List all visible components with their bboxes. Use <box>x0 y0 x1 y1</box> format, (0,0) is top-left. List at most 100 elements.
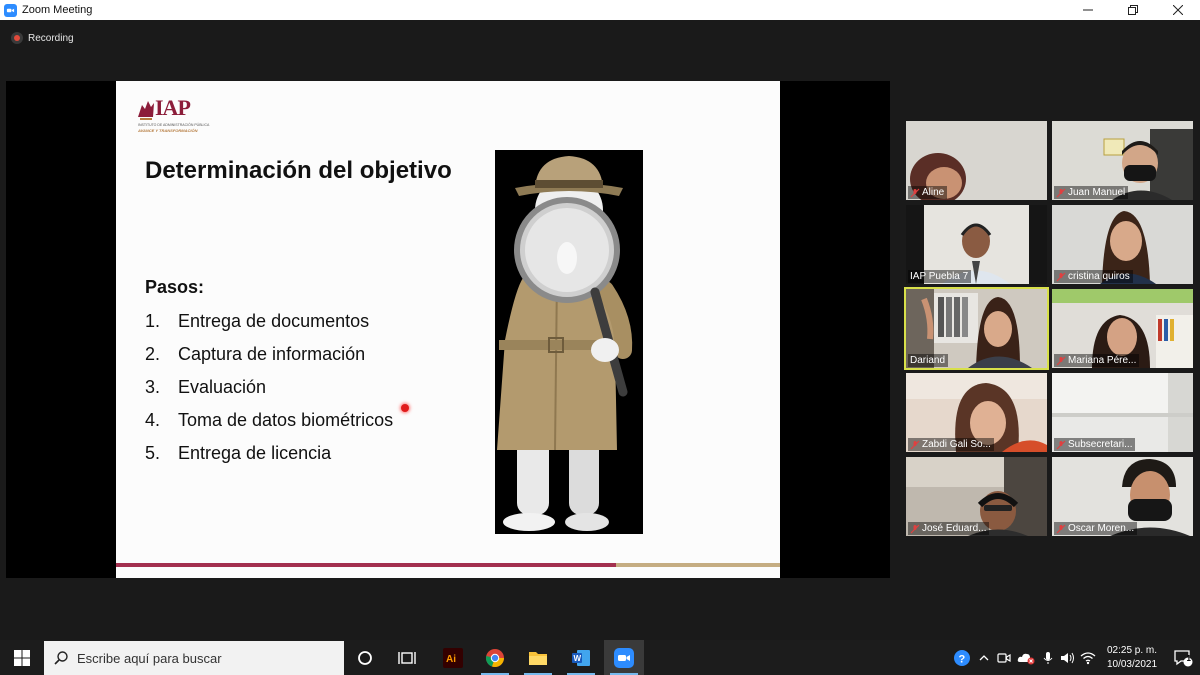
svg-text:?: ? <box>959 653 966 665</box>
taskbar-clock[interactable]: 02:25 p. m. 10/03/2021 <box>1098 644 1166 672</box>
tray-meet-now[interactable] <box>994 640 1014 675</box>
participant-tile[interactable]: cristina quiros <box>1052 205 1193 284</box>
steps-list: 1. Entrega de documentos 2. Captura de inf… <box>145 311 393 476</box>
close-button[interactable] <box>1155 0 1200 20</box>
participant-name: Dariand <box>910 355 946 366</box>
video-camera-icon <box>997 652 1011 663</box>
restore-button[interactable] <box>1110 0 1155 20</box>
taskbar-search-box[interactable]: Escribe aquí para buscar <box>44 641 344 675</box>
list-item: 5. Entrega de licencia <box>145 443 332 463</box>
svg-text:W: W <box>574 654 582 663</box>
taskbar-file-explorer[interactable] <box>518 640 558 675</box>
zoom-app-icon <box>4 3 17 17</box>
folder-icon <box>529 651 547 665</box>
participant-tile[interactable]: José Eduard... <box>906 457 1047 536</box>
wifi-icon <box>1080 651 1096 664</box>
footer-accent-gold <box>616 563 780 567</box>
record-icon <box>11 32 23 44</box>
clock-time: 02:25 p. m. <box>1106 644 1158 656</box>
taskbar-illustrator[interactable]: Ai <box>433 640 473 675</box>
muted-microphone-icon <box>910 440 920 449</box>
participant-tile[interactable]: Juan Manuel <box>1052 121 1193 200</box>
detective-icon <box>495 150 643 534</box>
list-item: 2. Captura de información <box>145 344 366 364</box>
cortana-icon <box>358 650 372 665</box>
muted-microphone-icon <box>910 188 920 197</box>
action-center-button[interactable]: 1 <box>1166 640 1200 675</box>
logo-subtitle: INSTITUTO DE ADMINISTRACIÓN PÚBLICA <box>138 123 210 127</box>
muted-microphone-icon <box>1056 440 1066 449</box>
muted-microphone-icon <box>1056 356 1066 365</box>
minimize-icon <box>1082 9 1093 11</box>
list-item: 3. Evaluación <box>145 377 267 397</box>
restore-icon <box>1127 5 1138 15</box>
task-view-button[interactable] <box>387 640 427 675</box>
participant-tile[interactable]: IAP Puebla 7 <box>906 205 1047 284</box>
tray-microphone[interactable] <box>1038 640 1058 675</box>
participant-name: Subsecretari... <box>1068 439 1133 450</box>
notification-count: 1 <box>1186 654 1191 663</box>
iap-emblem-icon <box>138 101 154 120</box>
windows-logo-icon <box>14 649 30 666</box>
zoom-icon <box>614 647 634 668</box>
svg-text:Ai: Ai <box>446 654 456 665</box>
participant-name: Oscar Moren... <box>1068 523 1135 534</box>
participant-tile[interactable]: Subsecretari... <box>1052 373 1193 452</box>
footer-accent-maroon <box>116 563 616 567</box>
taskbar-chrome[interactable] <box>475 640 515 675</box>
participant-tile[interactable]: Zabdi Gali So... <box>906 373 1047 452</box>
cortana-button[interactable] <box>345 640 385 675</box>
tray-onedrive[interactable] <box>1014 640 1038 675</box>
volume-icon <box>1061 652 1074 663</box>
cloud-error-icon <box>1017 653 1035 664</box>
participant-name: Juan Manuel <box>1068 187 1126 198</box>
participant-name: Zabdi Gali So... <box>922 439 991 450</box>
participant-name: IAP Puebla 7 <box>910 271 969 282</box>
recording-indicator[interactable]: Recording <box>11 32 74 44</box>
participant-tile[interactable]: Aline <box>906 121 1047 200</box>
slide-title: Determinación del objetivo <box>145 157 452 184</box>
steps-heading: Pasos: <box>145 277 205 297</box>
participant-tile[interactable]: Mariana Pére... <box>1052 289 1193 368</box>
help-icon: ? <box>954 649 970 666</box>
list-item: 1. Entrega de documentos <box>145 311 370 331</box>
windows-taskbar: Escribe aquí para buscar Ai W ? 02:25 p.… <box>0 640 1200 675</box>
shared-screen: IAP INSTITUTO DE ADMINISTRACIÓN PÚBLICA … <box>6 81 890 578</box>
minimize-button[interactable] <box>1065 0 1110 20</box>
iap-logo: IAP INSTITUTO DE ADMINISTRACIÓN PÚBLICA … <box>136 95 210 135</box>
start-button[interactable] <box>0 640 44 675</box>
tray-wifi[interactable] <box>1078 640 1098 675</box>
tray-overflow[interactable] <box>974 640 994 675</box>
participant-tile[interactable]: Oscar Moren... <box>1052 457 1193 536</box>
participant-name: José Eduard... <box>922 523 987 534</box>
muted-microphone-icon <box>910 524 920 533</box>
participant-name: Aline <box>922 187 945 198</box>
search-icon <box>54 651 68 665</box>
taskbar-word[interactable]: W <box>561 640 601 675</box>
participant-name: Mariana Pére... <box>1068 355 1137 366</box>
chrome-icon <box>485 648 504 667</box>
laser-pointer <box>401 404 409 412</box>
adobe-illustrator-icon: Ai <box>443 647 463 668</box>
detective-image <box>495 150 643 534</box>
window-title-bar: Zoom Meeting <box>0 0 1200 20</box>
muted-microphone-icon <box>1056 272 1066 281</box>
muted-microphone-icon <box>1056 524 1066 533</box>
recording-label: Recording <box>28 32 74 44</box>
task-view-icon <box>398 651 416 664</box>
muted-microphone-icon <box>1056 188 1066 197</box>
logo-tagline: AVANCE Y TRANSFORMACIÓN <box>138 128 198 133</box>
meeting-area: Recording IAP INSTITUTO DE ADMINISTRACIÓ… <box>0 20 1200 640</box>
taskbar-zoom[interactable] <box>604 640 644 675</box>
participant-tile-active-speaker[interactable]: Dariand <box>904 287 1049 370</box>
close-icon <box>1172 5 1183 15</box>
participant-name: cristina quiros <box>1068 271 1130 282</box>
word-icon: W <box>572 649 590 666</box>
search-placeholder: Escribe aquí para buscar <box>77 650 222 666</box>
system-tray: ? 02:25 p. m. 10/03/2021 1 <box>950 640 1200 675</box>
tray-help[interactable]: ? <box>950 640 974 675</box>
presentation-slide: IAP INSTITUTO DE ADMINISTRACIÓN PÚBLICA … <box>116 81 780 578</box>
tray-volume[interactable] <box>1058 640 1078 675</box>
chevron-up-icon <box>979 654 989 660</box>
logo-text: IAP <box>155 95 191 120</box>
